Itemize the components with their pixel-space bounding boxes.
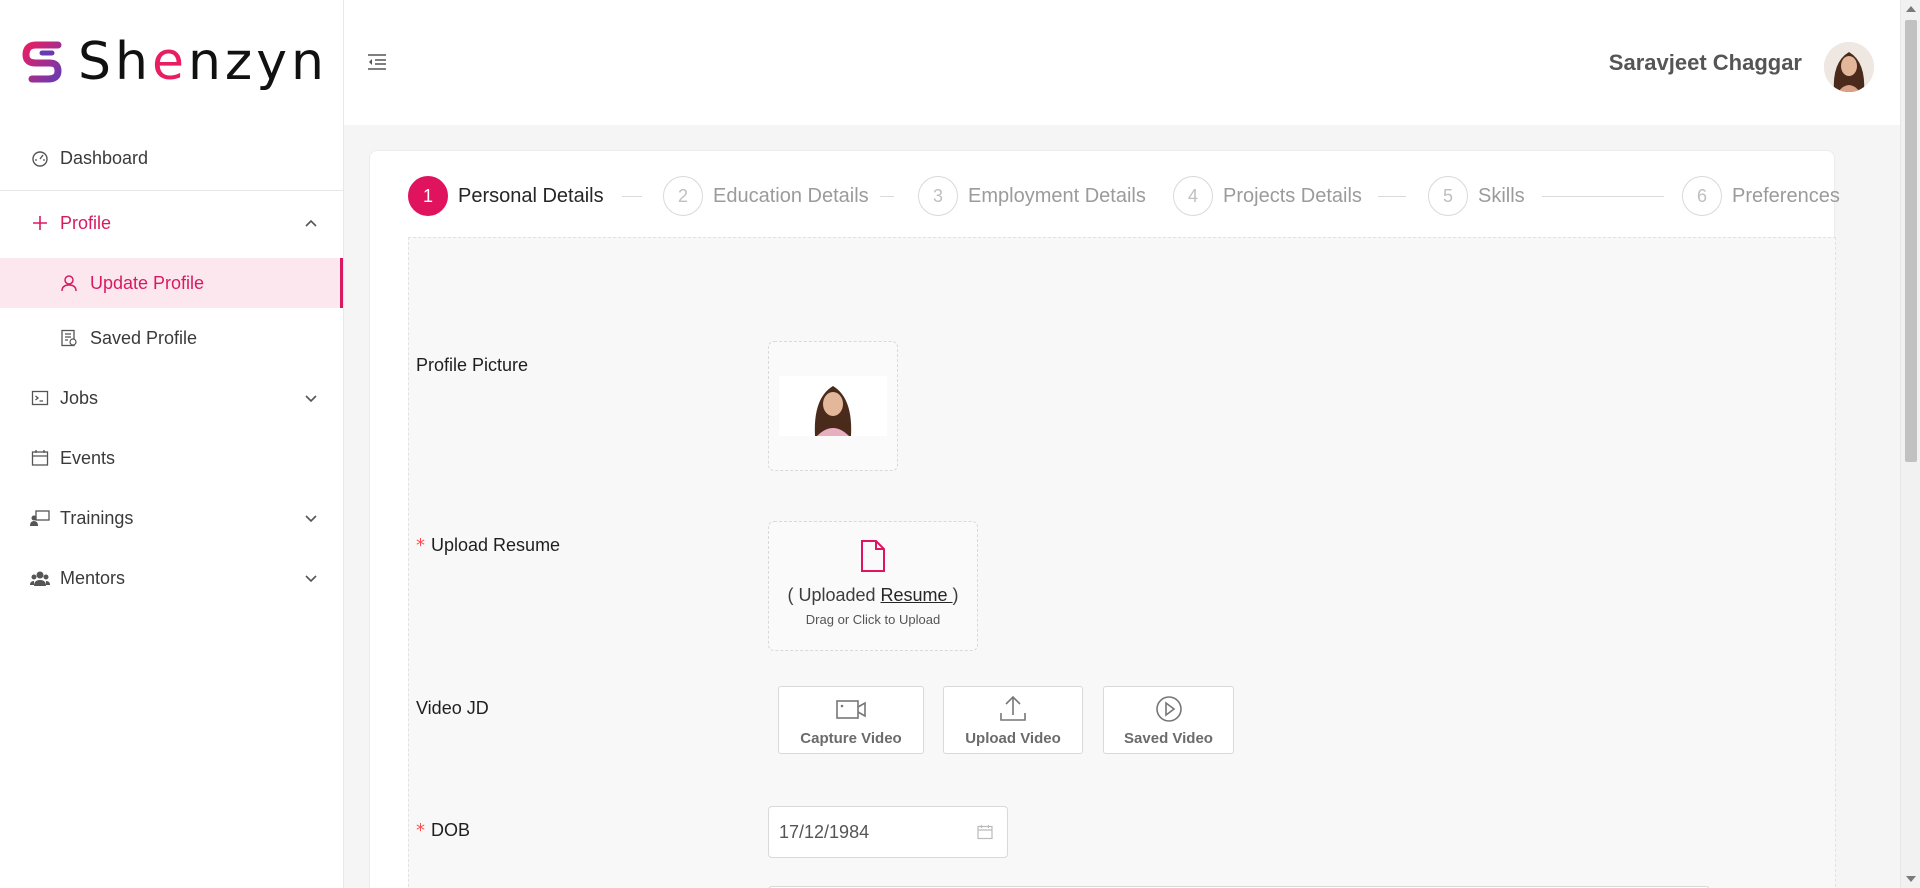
- calendar-icon: [977, 825, 993, 840]
- step-connector: [1378, 196, 1406, 197]
- page-scrollbar[interactable]: [1900, 0, 1920, 888]
- required-mark: *: [416, 820, 425, 841]
- sidebar-item-mentors[interactable]: Mentors: [0, 548, 343, 608]
- step-number: 3: [918, 176, 958, 216]
- logo-mark-icon: [22, 41, 62, 83]
- team-icon: [30, 568, 50, 588]
- user-icon: [60, 274, 78, 292]
- personal-details-form: Profile Picture * Upload Resume ( Uploade: [408, 237, 1836, 888]
- step-preferences[interactable]: 6 Preferences: [1682, 176, 1840, 216]
- video-jd-label: Video JD: [416, 698, 489, 718]
- step-title: Skills: [1478, 184, 1525, 207]
- step-number: 1: [408, 176, 448, 216]
- training-icon: [30, 508, 50, 528]
- chevron-down-icon: [305, 575, 317, 583]
- upload-video-button[interactable]: Upload Video: [943, 686, 1083, 754]
- sidebar-item-label: Events: [60, 447, 116, 468]
- profile-picture-preview: [779, 376, 887, 436]
- required-mark: *: [416, 535, 425, 556]
- upload-icon: [1000, 695, 1026, 721]
- scroll-up-arrow[interactable]: [1906, 6, 1916, 12]
- step-connector: [880, 196, 894, 197]
- calendar-icon: [30, 448, 50, 468]
- sidebar-item-label: Profile: [60, 212, 112, 233]
- resume-upload-hint: Drag or Click to Upload: [805, 612, 941, 627]
- terminal-icon: [30, 388, 50, 408]
- chevron-up-icon: [305, 219, 317, 227]
- sidebar-item-saved-profile[interactable]: Saved Profile: [0, 313, 343, 363]
- step-connector: [1542, 196, 1664, 197]
- sidebar-item-label: Saved Profile: [90, 327, 198, 348]
- plus-icon: [30, 213, 50, 233]
- user-name[interactable]: Saravjeet Chaggar: [1609, 50, 1802, 76]
- step-number: 6: [1682, 176, 1722, 216]
- logo-text: Shenzyn: [78, 32, 328, 92]
- profile-picture-upload[interactable]: [768, 341, 898, 471]
- resume-upload-status: ( Uploaded Resume ): [787, 585, 959, 605]
- dob-value: 17/12/1984: [779, 821, 870, 842]
- sidebar-item-label: Update Profile: [90, 272, 205, 293]
- saved-profile-icon: [60, 329, 78, 347]
- shenzyn-logo[interactable]: Shenzyn: [22, 32, 328, 92]
- steps-progress: 1 Personal Details 2 Education Details 3…: [408, 176, 1840, 216]
- sidebar-item-label: Dashboard: [60, 147, 149, 168]
- step-personal-details[interactable]: 1 Personal Details: [408, 176, 604, 216]
- capture-video-button[interactable]: Capture Video: [778, 686, 924, 754]
- user-avatar[interactable]: [1824, 42, 1874, 92]
- scroll-down-arrow[interactable]: [1906, 876, 1916, 882]
- play-circle-icon: [1155, 696, 1182, 722]
- sidebar-item-trainings[interactable]: Trainings: [0, 488, 343, 548]
- step-projects-details[interactable]: 4 Projects Details: [1173, 176, 1362, 216]
- button-label: Capture Video: [800, 730, 902, 747]
- step-title: Projects Details: [1223, 184, 1362, 207]
- button-label: Saved Video: [1124, 730, 1213, 747]
- button-label: Upload Video: [965, 730, 1061, 747]
- saved-video-button[interactable]: Saved Video: [1103, 686, 1234, 754]
- menu-divider: [0, 190, 343, 191]
- step-title: Employment Details: [968, 184, 1146, 207]
- step-number: 5: [1428, 176, 1468, 216]
- chevron-down-icon: [305, 515, 317, 523]
- sidebar-menu: Dashboard Profile Update Profile Saved P…: [0, 128, 343, 608]
- step-education-details[interactable]: 2 Education Details: [663, 176, 869, 216]
- profile-form-card: 1 Personal Details 2 Education Details 3…: [369, 150, 1840, 888]
- step-title: Preferences: [1732, 184, 1840, 207]
- sidebar-item-update-profile[interactable]: Update Profile: [0, 258, 343, 308]
- step-title: Personal Details: [458, 184, 604, 207]
- dob-label: * DOB: [416, 820, 471, 841]
- step-employment-details[interactable]: 3 Employment Details: [918, 176, 1146, 216]
- step-number: 4: [1173, 176, 1213, 216]
- step-title: Education Details: [713, 184, 869, 207]
- profile-picture-label: Profile Picture: [416, 355, 529, 375]
- chevron-down-icon: [305, 395, 317, 403]
- sidebar-item-dashboard[interactable]: Dashboard: [0, 128, 343, 188]
- video-camera-icon: [836, 700, 866, 719]
- resume-link[interactable]: Resume: [881, 585, 953, 605]
- sidebar-item-label: Trainings: [60, 507, 134, 528]
- upload-resume-label: * Upload Resume: [416, 535, 561, 556]
- sidebar-item-profile[interactable]: Profile: [0, 193, 343, 253]
- sidebar-item-label: Jobs: [60, 387, 99, 408]
- file-icon: [861, 540, 885, 572]
- top-header: Saravjeet Chaggar: [344, 0, 1900, 125]
- step-skills[interactable]: 5 Skills: [1428, 176, 1525, 216]
- sidebar-item-jobs[interactable]: Jobs: [0, 368, 343, 428]
- dob-date-picker[interactable]: 17/12/1984: [768, 806, 1008, 858]
- step-number: 2: [663, 176, 703, 216]
- scroll-thumb[interactable]: [1905, 20, 1917, 462]
- menu-fold-icon[interactable]: [366, 52, 388, 72]
- sidebar: Shenzyn Dashboard Profile Update Profile: [0, 0, 344, 888]
- sidebar-item-label: Mentors: [60, 567, 126, 588]
- resume-upload-dropzone[interactable]: ( Uploaded Resume ) Drag or Click to Upl…: [768, 521, 978, 651]
- step-connector: [622, 196, 642, 197]
- sidebar-item-events[interactable]: Events: [0, 428, 343, 488]
- dashboard-icon: [30, 148, 50, 168]
